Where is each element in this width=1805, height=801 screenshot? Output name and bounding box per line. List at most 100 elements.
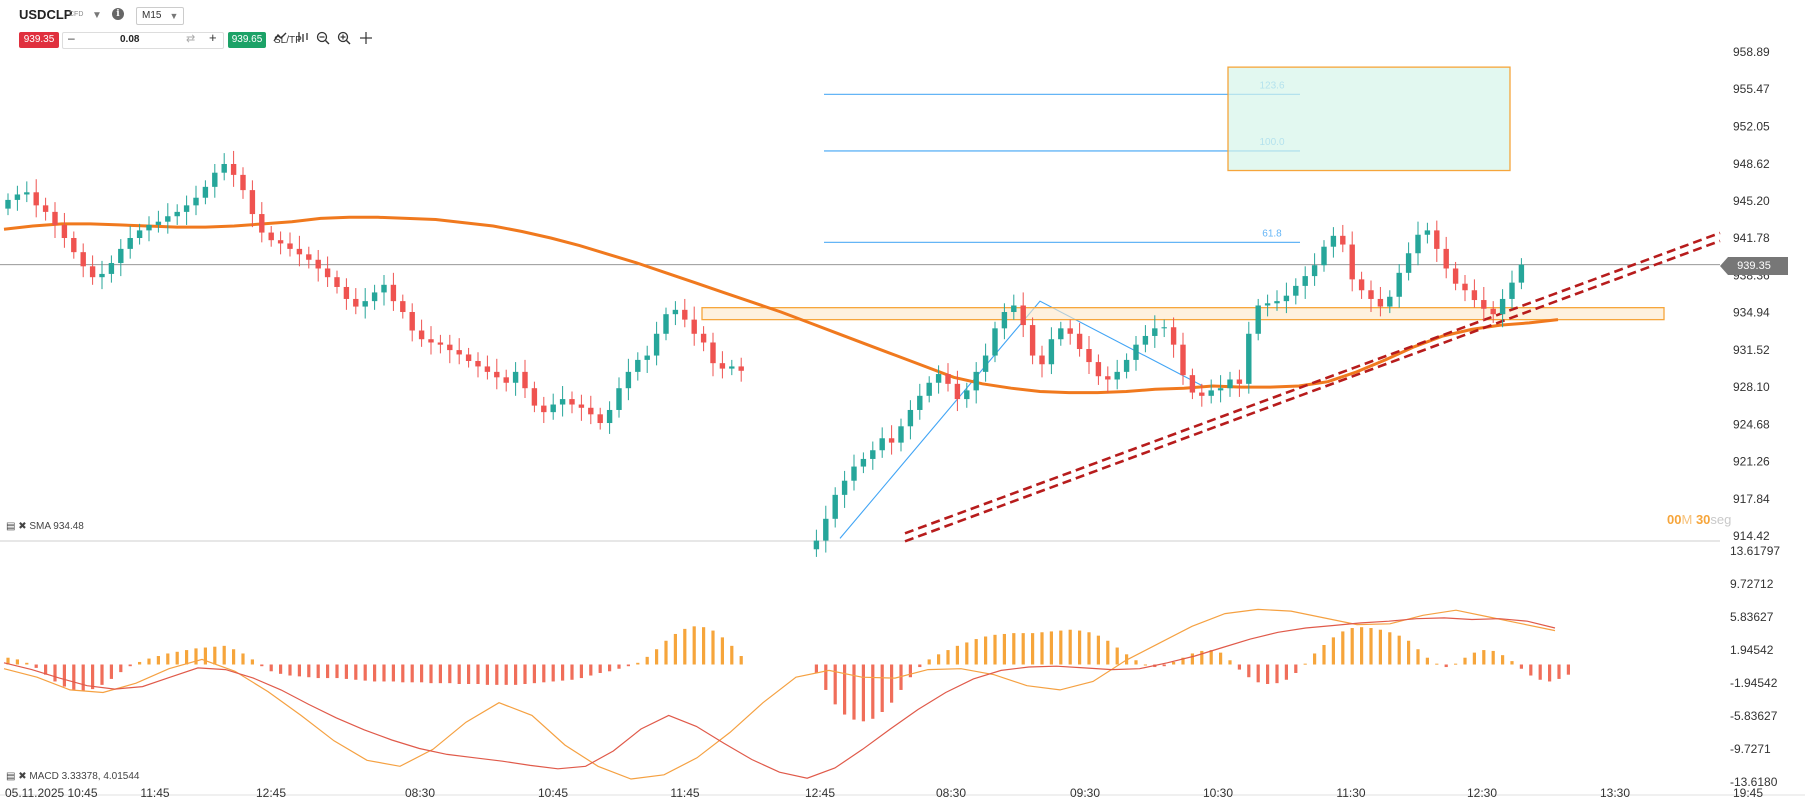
macd-histogram-bar xyxy=(890,664,894,703)
candle-body xyxy=(1518,264,1525,283)
candle-body xyxy=(1001,312,1008,329)
candle-countdown: 00M 30seg xyxy=(1667,512,1731,527)
time-tick-label: 19:45 xyxy=(1733,786,1763,800)
candle-body xyxy=(183,205,190,212)
macd-histogram-bar xyxy=(730,645,734,665)
candle-body xyxy=(230,163,237,175)
candle-body xyxy=(193,197,199,206)
macd-histogram-bar xyxy=(1190,653,1194,665)
time-tick-label: 12:30 xyxy=(1467,786,1497,800)
candle-body xyxy=(1086,349,1092,363)
candle-body xyxy=(334,277,340,287)
macd-histogram-bar xyxy=(1472,652,1476,665)
macd-histogram-bar xyxy=(645,656,649,665)
candle-body xyxy=(1405,253,1412,273)
candle-body xyxy=(578,404,585,408)
sma-indicator-label[interactable]: ▤ ✖ SMA 934.48 xyxy=(6,521,84,532)
macd-histogram-bar xyxy=(279,664,283,674)
candle-body xyxy=(1302,276,1308,286)
candle-body xyxy=(353,298,359,307)
price-tick-label: 928.10 xyxy=(1733,380,1770,394)
candle-body xyxy=(1227,379,1233,389)
candle-body xyxy=(174,211,180,217)
candle-body xyxy=(1123,359,1130,372)
candle-body xyxy=(1039,355,1045,365)
candle-body xyxy=(663,314,669,334)
candle-body xyxy=(1058,328,1064,340)
candle-body xyxy=(653,333,660,356)
price-tick-label: 941.78 xyxy=(1733,231,1770,245)
candle-body xyxy=(1114,371,1120,380)
macd-histogram-bar xyxy=(448,664,452,684)
macd-histogram-bar xyxy=(1275,664,1279,684)
candle-body xyxy=(616,388,622,410)
price-tick-label: 934.94 xyxy=(1733,306,1770,320)
candle-body xyxy=(1396,272,1402,297)
macd-histogram-bar xyxy=(664,640,668,665)
macd-histogram-bar xyxy=(1266,664,1270,685)
macd-histogram-bar xyxy=(852,664,856,720)
candle-body xyxy=(5,199,11,209)
price-tick-label: 917.84 xyxy=(1733,492,1770,506)
macd-histogram-bar xyxy=(109,664,113,679)
time-tick-label: 11:45 xyxy=(140,786,169,800)
price-tick-label: 945.20 xyxy=(1733,194,1770,208)
candle-body xyxy=(1161,327,1167,329)
macd-tick-label: 13.61797 xyxy=(1730,544,1780,558)
candle-body xyxy=(559,399,566,405)
macd-histogram-bar xyxy=(307,664,311,678)
macd-histogram-bar xyxy=(213,646,217,665)
candle-body xyxy=(1283,295,1290,302)
macd-histogram-bar xyxy=(1566,664,1570,675)
candle-body xyxy=(550,404,556,413)
macd-histogram-bar xyxy=(1059,630,1063,665)
price-chart[interactable]: 123.6100.061.8 958.89955.47952.05948.629… xyxy=(0,0,1805,801)
candle-body xyxy=(541,405,547,413)
macd-histogram-bar xyxy=(438,664,442,684)
macd-histogram-bar xyxy=(1510,661,1514,665)
macd-histogram-bar xyxy=(1115,647,1119,665)
macd-histogram-bar xyxy=(1237,664,1241,670)
candle-body xyxy=(1105,376,1111,380)
macd-histogram-bar xyxy=(1444,664,1448,668)
candle-body xyxy=(512,371,519,383)
candle-body xyxy=(813,540,820,550)
ascending-trendline xyxy=(904,231,1721,535)
macd-histogram-bar xyxy=(100,664,104,685)
time-tick-label: 11:45 xyxy=(670,786,699,800)
candle-body xyxy=(1208,390,1214,396)
macd-histogram-bar xyxy=(523,664,527,685)
candle-body xyxy=(315,259,321,269)
candle-body xyxy=(1029,325,1036,356)
candle-body xyxy=(465,354,472,361)
candle-body xyxy=(418,330,425,340)
macd-histogram-bar xyxy=(1454,663,1458,665)
macd-histogram-bar xyxy=(1313,653,1317,665)
candle-body xyxy=(1321,246,1327,266)
time-tick-label: 08:30 xyxy=(936,786,966,800)
candle-body xyxy=(1142,335,1149,345)
macd-histogram-bar xyxy=(316,664,320,679)
macd-histogram-bar xyxy=(570,664,574,680)
candle-body xyxy=(935,374,942,383)
macd-indicator-label[interactable]: ▤ ✖ MACD 3.33378, 4.01544 xyxy=(6,771,139,782)
candle-body xyxy=(588,407,594,415)
candle-body xyxy=(1274,301,1280,304)
macd-histogram-bar xyxy=(1538,664,1542,680)
macd-histogram-bar xyxy=(1529,664,1533,676)
candle-body xyxy=(277,240,284,244)
current-price-tag: 939.35 xyxy=(1720,257,1788,275)
candle-body xyxy=(494,371,500,378)
candle-body xyxy=(860,458,867,467)
macd-histogram-bar xyxy=(1331,637,1335,665)
macd-histogram-bar xyxy=(373,664,377,682)
macd-signal-line xyxy=(3,617,1556,779)
macd-histogram-bar xyxy=(1557,664,1561,679)
candle-body xyxy=(635,359,641,372)
candle-body xyxy=(1462,283,1468,291)
macd-histogram-bar xyxy=(401,664,405,683)
macd-histogram-bar xyxy=(1369,628,1373,665)
sma-value: SMA 934.48 xyxy=(29,521,84,532)
candle-body xyxy=(118,248,124,264)
macd-histogram-bar xyxy=(673,633,677,665)
